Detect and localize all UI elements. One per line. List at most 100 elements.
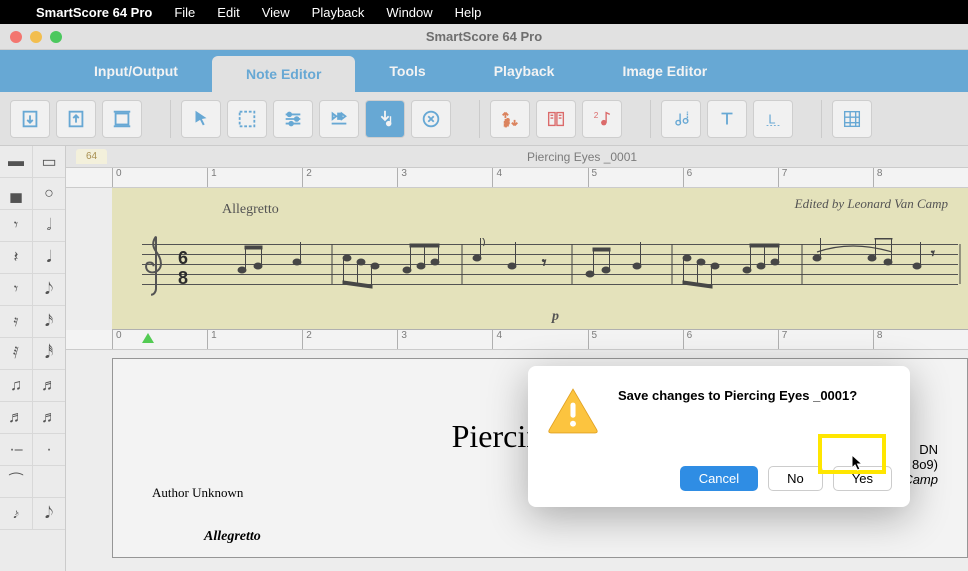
toolbar-voice2[interactable]: 2 xyxy=(582,100,622,138)
toolbar-text[interactable] xyxy=(707,100,747,138)
warning-icon xyxy=(546,384,600,438)
svg-text:2: 2 xyxy=(594,111,599,120)
ruler-tick: 5 xyxy=(588,330,683,349)
traffic-lights xyxy=(10,31,62,43)
palette-half-rest[interactable]: ▄ xyxy=(0,178,33,209)
palette-eighth-rest[interactable]: 𝄾 xyxy=(0,274,33,305)
palette-half-note[interactable]: 𝅗𝅥 xyxy=(33,210,65,241)
dialog-cancel-button[interactable]: Cancel xyxy=(680,466,758,491)
document-tab-bar: 64 Piercing Eyes _0001 xyxy=(66,146,968,168)
palette-16th-note[interactable]: 𝅘𝅥𝅯 xyxy=(33,306,65,337)
ruler-tick: 7 xyxy=(778,330,873,349)
tab-input-output[interactable]: Input/Output xyxy=(60,50,212,92)
dialog-yes-button[interactable]: Yes xyxy=(833,466,892,491)
menu-playback[interactable]: Playback xyxy=(312,5,365,20)
toolbar-separator xyxy=(479,100,480,138)
toolbar-properties[interactable] xyxy=(273,100,313,138)
toolbar-grid[interactable] xyxy=(832,100,872,138)
palette-dot[interactable]: ·⎯ xyxy=(0,434,33,465)
note-palette: ▬▭ ▄○ 𝄾𝅗𝅥 𝄽𝅘𝅥 𝄾𝅘𝅥𝅮 𝄿𝅘𝅥𝅯 𝅀𝅘𝅥𝅰 ♫♬ ♬♬ ·⎯· ⁀… xyxy=(0,146,66,571)
toolbar-tool-2[interactable] xyxy=(56,100,96,138)
palette-beam-2[interactable]: ♬ xyxy=(33,370,65,401)
document-tab[interactable]: 64 xyxy=(76,149,107,164)
ruler-tick: 6 xyxy=(683,330,778,349)
tab-playback[interactable]: Playback xyxy=(460,50,589,92)
toolbar-lyric[interactable]: L xyxy=(753,100,793,138)
ruler-tick: 2 xyxy=(302,168,397,187)
palette-beam-4[interactable]: ♬ xyxy=(33,402,65,433)
toolbar-select-area[interactable] xyxy=(227,100,267,138)
dialog-no-button[interactable]: No xyxy=(768,466,823,491)
palette-32nd-rest[interactable]: 𝅀 xyxy=(0,338,33,369)
palette-dot2[interactable]: · xyxy=(33,434,65,465)
toolbar-parts[interactable] xyxy=(536,100,576,138)
palette-whole-rest[interactable]: ▬ xyxy=(0,146,33,177)
window-close-button[interactable] xyxy=(10,31,22,43)
svg-text:𝄾: 𝄾 xyxy=(931,245,935,261)
dynamic-marking: p xyxy=(552,309,559,325)
palette-grace1[interactable]: 𝆔 xyxy=(0,498,33,529)
palette-beam-1[interactable]: ♫ xyxy=(0,370,33,401)
toolbar-tool-3[interactable] xyxy=(102,100,142,138)
toolbar-playback-console[interactable] xyxy=(319,100,359,138)
svg-text:𝄾: 𝄾 xyxy=(542,255,546,272)
toolbar-separator xyxy=(170,100,171,138)
palette-16th-rest[interactable]: 𝄿 xyxy=(0,306,33,337)
palette-rest-1[interactable]: 𝄾 xyxy=(0,210,33,241)
menu-edit[interactable]: Edit xyxy=(217,5,239,20)
menu-view[interactable]: View xyxy=(262,5,290,20)
ruler-tick: 6 xyxy=(683,168,778,187)
ruler-tick: 7 xyxy=(778,168,873,187)
window-minimize-button[interactable] xyxy=(30,31,42,43)
palette-whole-note[interactable]: ○ xyxy=(33,178,65,209)
palette-quarter-note[interactable]: 𝅘𝅥 xyxy=(33,242,65,273)
save-dialog: Save changes to Piercing Eyes _0001? Can… xyxy=(528,366,910,507)
window-title: SmartScore 64 Pro xyxy=(426,29,542,44)
palette-quarter-rest[interactable]: 𝄽 xyxy=(0,242,33,273)
toolbar-separator xyxy=(650,100,651,138)
ruler-tick: 1 xyxy=(207,330,302,349)
ruler-tick: 8 xyxy=(873,330,968,349)
tab-tools[interactable]: Tools xyxy=(355,50,459,92)
toolbar-hidden[interactable] xyxy=(661,100,701,138)
window-zoom-button[interactable] xyxy=(50,31,62,43)
palette-tie[interactable]: ⁀ xyxy=(0,466,33,497)
palette-measure-rest[interactable]: ▭ xyxy=(33,146,65,177)
menu-file[interactable]: File xyxy=(174,5,195,20)
toolbar-transpose[interactable]: ♯ xyxy=(490,100,530,138)
palette-blank[interactable] xyxy=(33,466,65,497)
svg-text:L: L xyxy=(768,111,775,126)
dialog-message: Save changes to Piercing Eyes _0001? xyxy=(618,384,857,403)
time-signature: 68 xyxy=(178,248,188,288)
palette-eighth-note[interactable]: 𝅘𝅥𝅮 xyxy=(33,274,65,305)
menu-help[interactable]: Help xyxy=(455,5,482,20)
toolbar-delete[interactable] xyxy=(411,100,451,138)
ruler-tick: 5 xyxy=(588,168,683,187)
tab-note-editor[interactable]: Note Editor xyxy=(212,56,355,92)
tempo-marking: Allegretto xyxy=(222,202,279,218)
svg-text:♯: ♯ xyxy=(505,117,510,127)
treble-clef-icon xyxy=(142,234,170,296)
toolbar-pointer[interactable] xyxy=(181,100,221,138)
tab-image-editor[interactable]: Image Editor xyxy=(588,50,741,92)
ruler-tick: 8 xyxy=(873,168,968,187)
ruler-tick: 0 xyxy=(112,168,207,187)
main-tabs: Input/Output Note Editor Tools Playback … xyxy=(0,50,968,92)
ruler-tick: 3 xyxy=(397,330,492,349)
app-name[interactable]: SmartScore 64 Pro xyxy=(36,5,152,20)
menu-window[interactable]: Window xyxy=(386,5,432,20)
ruler-tick: 1 xyxy=(207,168,302,187)
palette-32nd-note[interactable]: 𝅘𝅥𝅰 xyxy=(33,338,65,369)
palette-grace2[interactable]: 𝅘𝅥𝅮 xyxy=(33,498,65,529)
editor-credit: Edited by Leonard Van Camp xyxy=(795,196,948,212)
scanned-score-panel[interactable]: Allegretto Edited by Leonard Van Camp p … xyxy=(112,188,968,330)
ruler-tick: 0 xyxy=(112,330,207,349)
ruler-tick: 4 xyxy=(492,168,587,187)
toolbar-download-note[interactable] xyxy=(365,100,405,138)
palette-beam-3[interactable]: ♬ xyxy=(0,402,33,433)
music-staff: 68 𝄾 xyxy=(142,244,958,292)
macos-menubar: SmartScore 64 Pro File Edit View Playbac… xyxy=(0,0,968,24)
toolbar-tool-1[interactable] xyxy=(10,100,50,138)
document-title: Piercing Eyes _0001 xyxy=(527,150,637,164)
score-area: 64 Piercing Eyes _0001 0 1 2 3 4 5 6 7 8… xyxy=(66,146,968,571)
